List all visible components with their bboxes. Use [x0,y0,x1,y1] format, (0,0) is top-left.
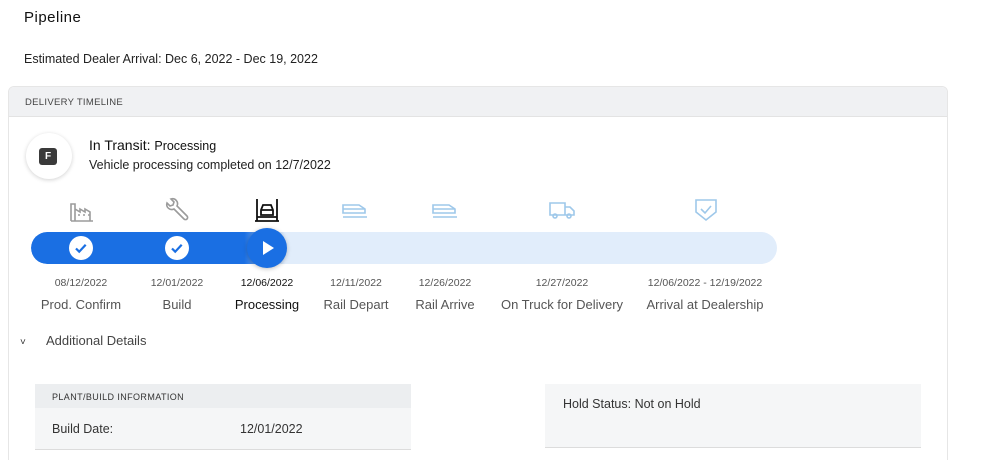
plant-build-info-panel: PLANT/BUILD INFORMATION Build Date: 12/0… [35,384,411,450]
brand-badge-circle: F [26,133,72,179]
brand-logo-icon: F [39,148,57,165]
step-name: Arrival at Dealership [646,297,764,312]
estimated-arrival: Estimated Dealer Arrival: Dec 6, 2022 - … [24,52,318,66]
page-title: Pipeline [24,9,82,26]
train-icon [341,196,369,224]
build-date-row: Build Date: 12/01/2022 [35,408,411,450]
truck-icon [548,196,576,224]
status-value: Processing [154,139,217,153]
status-detail: Vehicle processing completed on 12/7/202… [89,158,331,172]
hold-status-panel: Hold Status: Not on Hold [545,384,921,448]
wrench-icon [163,196,191,224]
step-name: On Truck for Delivery [500,297,624,312]
additional-details-label: Additional Details [46,333,147,348]
build-date-value: 12/01/2022 [240,422,303,436]
shield-check-icon [692,196,720,224]
step-date: 12/06/2022 - 12/19/2022 [647,277,763,289]
chevron-down-icon: ˅ [20,337,26,348]
step-date: 12/27/2022 [535,277,589,289]
hold-status-text: Hold Status: Not on Hold [563,397,701,411]
build-date-label: Build Date: [52,422,114,436]
status-label-prefix: In Transit: [89,137,151,153]
step-complete-check-icon [69,236,93,260]
factory-icon [68,196,96,224]
status-label: In Transit: Processing [89,137,216,153]
train-icon [431,196,459,224]
delivery-timeline-header: DELIVERY TIMELINE [9,87,947,117]
step-current-play-icon [247,228,287,268]
step-complete-check-icon [165,236,189,260]
vehicle-lift-icon [253,196,281,224]
timeline-track [31,232,777,264]
additional-details-toggle[interactable]: ˅ Additional Details [20,333,146,348]
plant-build-info-header: PLANT/BUILD INFORMATION [35,384,411,408]
